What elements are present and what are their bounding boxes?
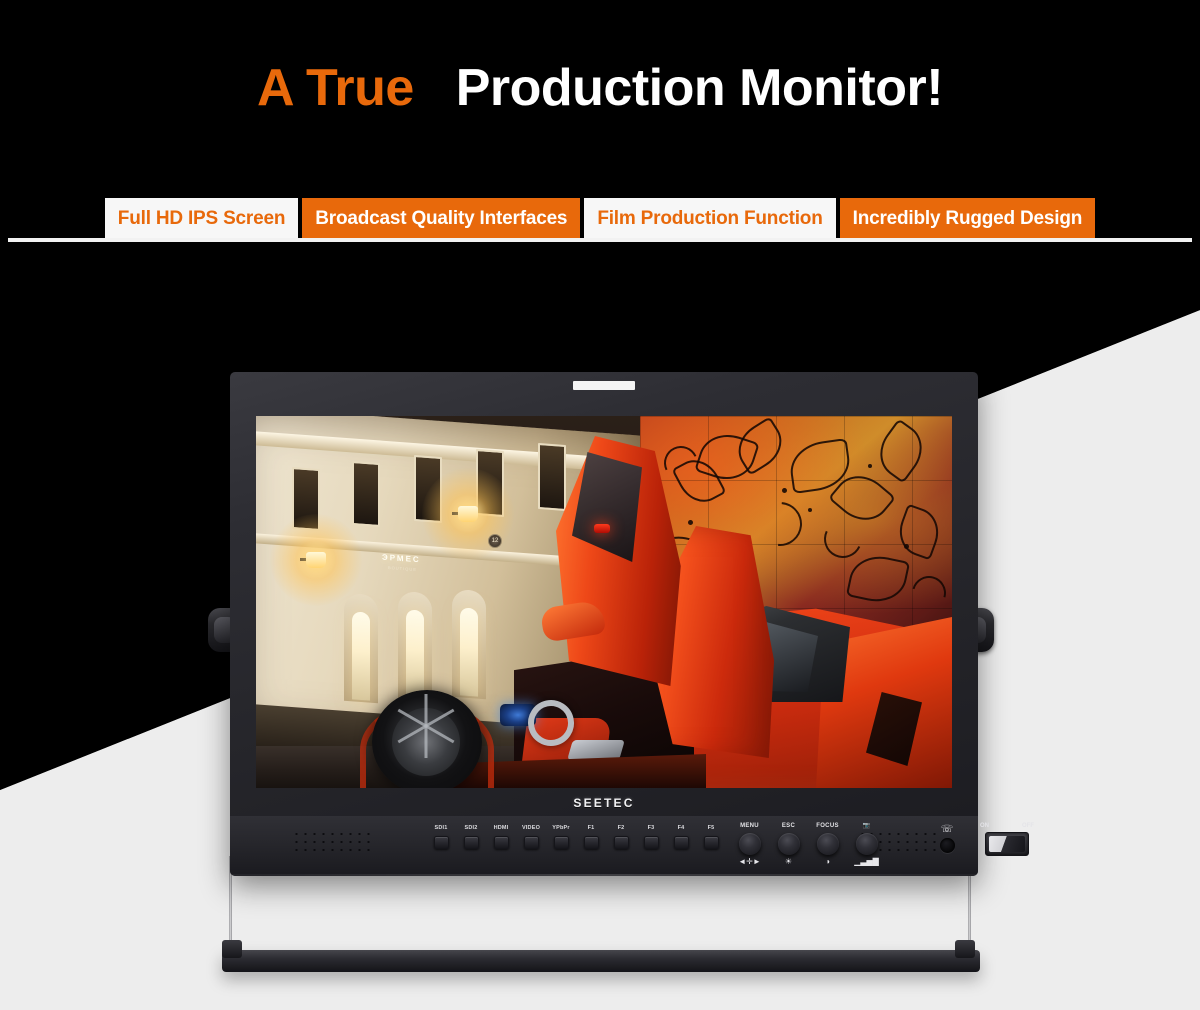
input-button-group: SDI1 SDI2 HDMI VIDEO YPbPr F1 F2 F3 F4 F… [426,824,726,849]
power-on-label: ON [980,823,989,829]
button-cap[interactable] [493,836,509,849]
input-button-label: YPbPr [552,825,570,831]
stand-foot-right [955,940,975,958]
monitor-control-panel: SDI1 SDI2 HDMI VIDEO YPbPr F1 F2 F3 F4 F… [230,816,1034,876]
brand-logo: SEETEC [573,796,635,810]
knob-dial[interactable] [738,833,761,855]
headphone-icon: ☏ [940,824,954,835]
power-rocker[interactable] [985,832,1029,856]
input-button-label: F3 [647,825,655,831]
button-cap[interactable] [673,836,689,849]
jack-socket[interactable] [939,838,955,853]
page-title-plain: Production Monitor! [455,59,944,117]
feature-tab-film-production-function[interactable]: Film Production Function [584,198,836,238]
input-button-sdi2[interactable]: SDI2 [456,824,486,849]
input-button-label: SDI2 [464,825,478,831]
button-cap[interactable] [583,836,599,849]
esc-knob[interactable]: ESC ☀ [769,822,808,867]
camera-icon: 📷 [862,823,871,829]
contrast-icon: ◑ [825,857,830,866]
function-button-f2[interactable]: F2 [606,824,636,849]
input-button-label: F2 [617,825,625,831]
marketing-banner: A True Production Monitor! Full HD IPS S… [0,0,1200,1010]
page-title-accent: A True [256,59,414,117]
function-button-f1[interactable]: F1 [576,824,606,849]
stand-foot-left [222,940,242,958]
screen-house-number: 12 [488,534,502,548]
button-cap[interactable] [463,836,479,849]
input-button-label: HDMI [493,825,509,831]
camera-knob[interactable]: 📷 ▁▃▅▇ [847,822,886,867]
function-button-f5[interactable]: F5 [696,824,726,849]
input-button-ypbpr[interactable]: YPbPr [546,824,576,849]
power-off-label: OFF [1022,823,1034,829]
knob-group: MENU ◄✛► ESC ☀ FOCUS ◑ 📷 ▁▃▅▇ [730,822,886,867]
knob-dial[interactable] [816,833,839,855]
rocker-face [989,836,1025,852]
knob-label: FOCUS [816,823,839,829]
panel-divider [230,874,978,876]
navigation-arrows-icon: ◄✛► [738,857,761,866]
volume-level-icon: ▁▃▅▇ [854,857,879,866]
page-title: A True Production Monitor! [0,62,1200,114]
stand-base-bar [222,950,980,972]
input-button-label: F4 [677,825,685,831]
headphone-jack[interactable]: ☏ [930,824,964,853]
knob-label: ESC [781,823,796,829]
knob-label: MENU [740,823,759,829]
brightness-icon: ☀ [784,857,793,866]
function-button-f3[interactable]: F3 [636,824,666,849]
feature-tab-broadcast-quality-interfaces[interactable]: Broadcast Quality Interfaces [302,198,581,238]
tab-strip-underline [8,238,1192,242]
button-cap[interactable] [703,836,719,849]
button-cap[interactable] [613,836,629,849]
input-button-label: F5 [707,825,715,831]
focus-knob[interactable]: FOCUS ◑ [808,822,847,867]
function-button-f4[interactable]: F4 [666,824,696,849]
feature-tab-incredibly-rugged-design[interactable]: Incredibly Rugged Design [839,198,1096,238]
input-button-label: SDI1 [434,825,448,831]
feature-tab-strip: Full HD IPS Screen Broadcast Quality Int… [0,198,1200,238]
feature-tab-full-hd-ips-screen[interactable]: Full HD IPS Screen [104,198,299,238]
menu-knob[interactable]: MENU ◄✛► [730,822,769,867]
input-button-label: VIDEO [521,825,541,831]
speaker-grille-left [292,830,370,854]
button-cap[interactable] [643,836,659,849]
monitor-screen: ЭРМЕС BOUTIQUE 12 [256,416,952,788]
input-button-label: F1 [587,825,595,831]
ambient-sensor-strip [573,381,635,390]
knob-dial[interactable] [855,833,878,855]
power-switch[interactable]: ON OFF [974,823,1040,856]
input-button-video[interactable]: VIDEO [516,824,546,849]
input-button-hdmi[interactable]: HDMI [486,824,516,849]
button-cap[interactable] [523,836,539,849]
knob-dial[interactable] [777,833,800,855]
input-button-sdi1[interactable]: SDI1 [426,824,456,849]
button-cap[interactable] [553,836,569,849]
button-cap[interactable] [433,836,449,849]
monitor-chassis: ЭРМЕС BOUTIQUE 12 SEETEC SDI1 SDI2 HDMI … [230,372,1034,876]
